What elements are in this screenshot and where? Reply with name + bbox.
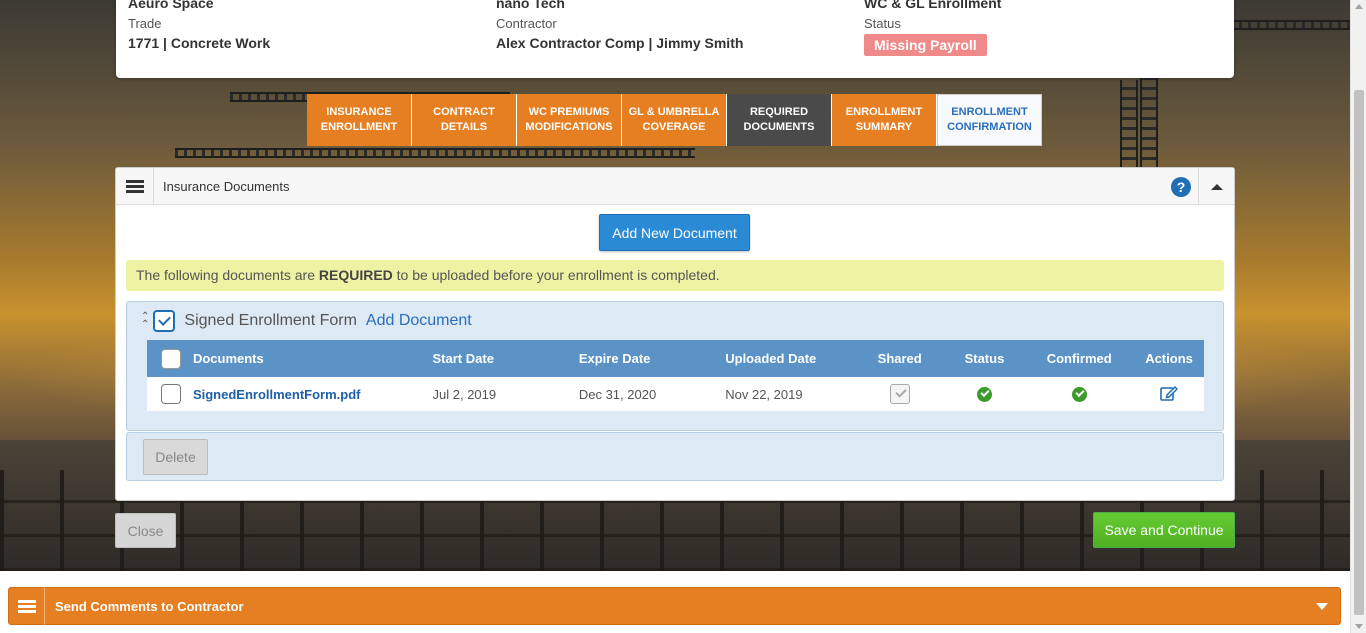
delete-button[interactable]: Delete (143, 439, 208, 475)
add-new-document-button[interactable]: Add New Document (599, 214, 750, 251)
company-name: nano Tech (496, 0, 565, 11)
shared-checkbox (889, 384, 910, 404)
insurance-documents-panel: Insurance Documents ? Add New Document T… (115, 167, 1235, 501)
panel-header: Insurance Documents ? (116, 167, 1234, 205)
notice-suffix: to be uploaded before your enrollment is… (392, 267, 720, 283)
required-notice: The following documents are REQUIRED to … (126, 260, 1224, 291)
table-header-row: Documents Start Date Expire Date Uploade… (147, 340, 1204, 377)
step-enrollment-confirmation[interactable]: ENROLLMENT CONFIRMATION (937, 94, 1042, 146)
close-button[interactable]: Close (115, 513, 176, 548)
caret-up-icon (1210, 183, 1223, 190)
send-comments-bar[interactable]: Send Comments to Contractor (8, 587, 1341, 625)
col-actions: Actions (1134, 340, 1204, 377)
status-info: WC & GL Enrollment Status Missing Payrol… (864, 0, 1001, 56)
contractor-info: nano Tech Contractor Alex Contractor Com… (496, 0, 743, 51)
col-expire-date[interactable]: Expire Date (578, 340, 726, 377)
select-all-cell (147, 340, 187, 377)
scroll-up-arrow-icon[interactable] (1355, 4, 1363, 9)
menu-icon (125, 179, 144, 193)
group-title-row: ⌃ ⌃ Signed Enrollment Form Add Document (141, 310, 472, 332)
crane-jib (175, 148, 695, 158)
col-confirmed[interactable]: Confirmed (1024, 340, 1135, 377)
document-link[interactable]: SignedEnrollmentForm.pdf (193, 387, 361, 402)
col-start-date[interactable]: Start Date (432, 340, 579, 377)
confirmed-cell (1024, 377, 1135, 411)
contractor-label: Contractor (496, 16, 557, 31)
enrollment-steps: INSURANCE ENROLLMENT CONTRACT DETAILS WC… (307, 94, 1042, 146)
caret-down-icon[interactable] (1316, 603, 1328, 610)
status-label: Status (864, 16, 901, 31)
status-ok-icon (976, 387, 992, 403)
uploaded-date-cell: Nov 22, 2019 (725, 377, 855, 411)
panel-title: Insurance Documents (163, 178, 290, 194)
step-contract-details[interactable]: CONTRACT DETAILS (412, 94, 517, 146)
table-row: SignedEnrollmentForm.pdf Jul 2, 2019 Dec… (147, 377, 1204, 411)
step-wc-premiums[interactable]: WC PREMIUMS MODIFICATIONS (517, 94, 622, 146)
col-status[interactable]: Status (944, 340, 1025, 377)
col-uploaded-date[interactable]: Uploaded Date (725, 340, 855, 377)
group-actions-bar: Delete (126, 432, 1224, 481)
confirmed-ok-icon (1071, 387, 1087, 403)
crane-tower (1120, 80, 1138, 180)
enrollment-type: WC & GL Enrollment (864, 0, 1002, 11)
select-all-checkbox[interactable] (161, 348, 182, 369)
scroll-down-arrow-icon[interactable] (1355, 624, 1363, 629)
add-document-link[interactable]: Add Document (366, 312, 472, 330)
row-select-cell (147, 377, 187, 411)
collapse-panel-button[interactable] (1198, 168, 1234, 205)
expire-date-cell: Dec 31, 2020 (578, 377, 726, 411)
row-checkbox[interactable] (161, 384, 182, 404)
group-complete-checkbox[interactable] (153, 310, 176, 332)
enrollment-info-card: Aeuro Space Trade 1771 | Concrete Work n… (116, 0, 1234, 78)
start-date-cell: Jul 2, 2019 (432, 377, 579, 411)
collapse-group-icon[interactable]: ⌃ ⌃ (141, 312, 149, 330)
crane-jib (1230, 20, 1350, 30)
project-info: Aeuro Space Trade 1771 | Concrete Work (128, 0, 270, 51)
crane-tower (1140, 60, 1158, 180)
trade-label: Trade (128, 16, 162, 31)
comments-title: Send Comments to Contractor (55, 598, 244, 614)
step-required-documents[interactable]: REQUIRED DOCUMENTS (727, 94, 832, 146)
step-enrollment-summary[interactable]: ENROLLMENT SUMMARY (832, 94, 937, 146)
shared-cell (854, 377, 945, 411)
comments-menu-button[interactable] (9, 587, 45, 625)
scroll-thumb[interactable] (1354, 90, 1364, 615)
col-shared[interactable]: Shared (854, 340, 945, 377)
document-cell: SignedEnrollmentForm.pdf (186, 377, 433, 411)
panel-menu-button[interactable] (116, 167, 154, 205)
step-gl-umbrella[interactable]: GL & UMBRELLA COVERAGE (622, 94, 727, 146)
group-name: Signed Enrollment Form (184, 312, 357, 329)
help-icon[interactable]: ? (1171, 177, 1191, 197)
menu-icon (17, 599, 36, 613)
project-name: Aeuro Space (128, 0, 214, 11)
status-cell (944, 377, 1025, 411)
required-document-group: ⌃ ⌃ Signed Enrollment Form Add Document D… (126, 301, 1224, 431)
step-insurance-enrollment[interactable]: INSURANCE ENROLLMENT (307, 94, 412, 146)
contractor-value: Alex Contractor Comp | Jimmy Smith (496, 35, 744, 51)
notice-prefix: The following documents are (136, 267, 319, 283)
col-documents[interactable]: Documents (186, 340, 433, 377)
page-scrollbar[interactable] (1350, 0, 1366, 633)
notice-required: REQUIRED (318, 267, 393, 283)
trade-value: 1771 | Concrete Work (128, 35, 271, 51)
edit-icon[interactable] (1160, 385, 1179, 404)
documents-table: Documents Start Date Expire Date Uploade… (147, 340, 1204, 411)
actions-cell (1134, 377, 1204, 411)
save-and-continue-button[interactable]: Save and Continue (1093, 512, 1235, 548)
status-badge: Missing Payroll (864, 34, 987, 56)
